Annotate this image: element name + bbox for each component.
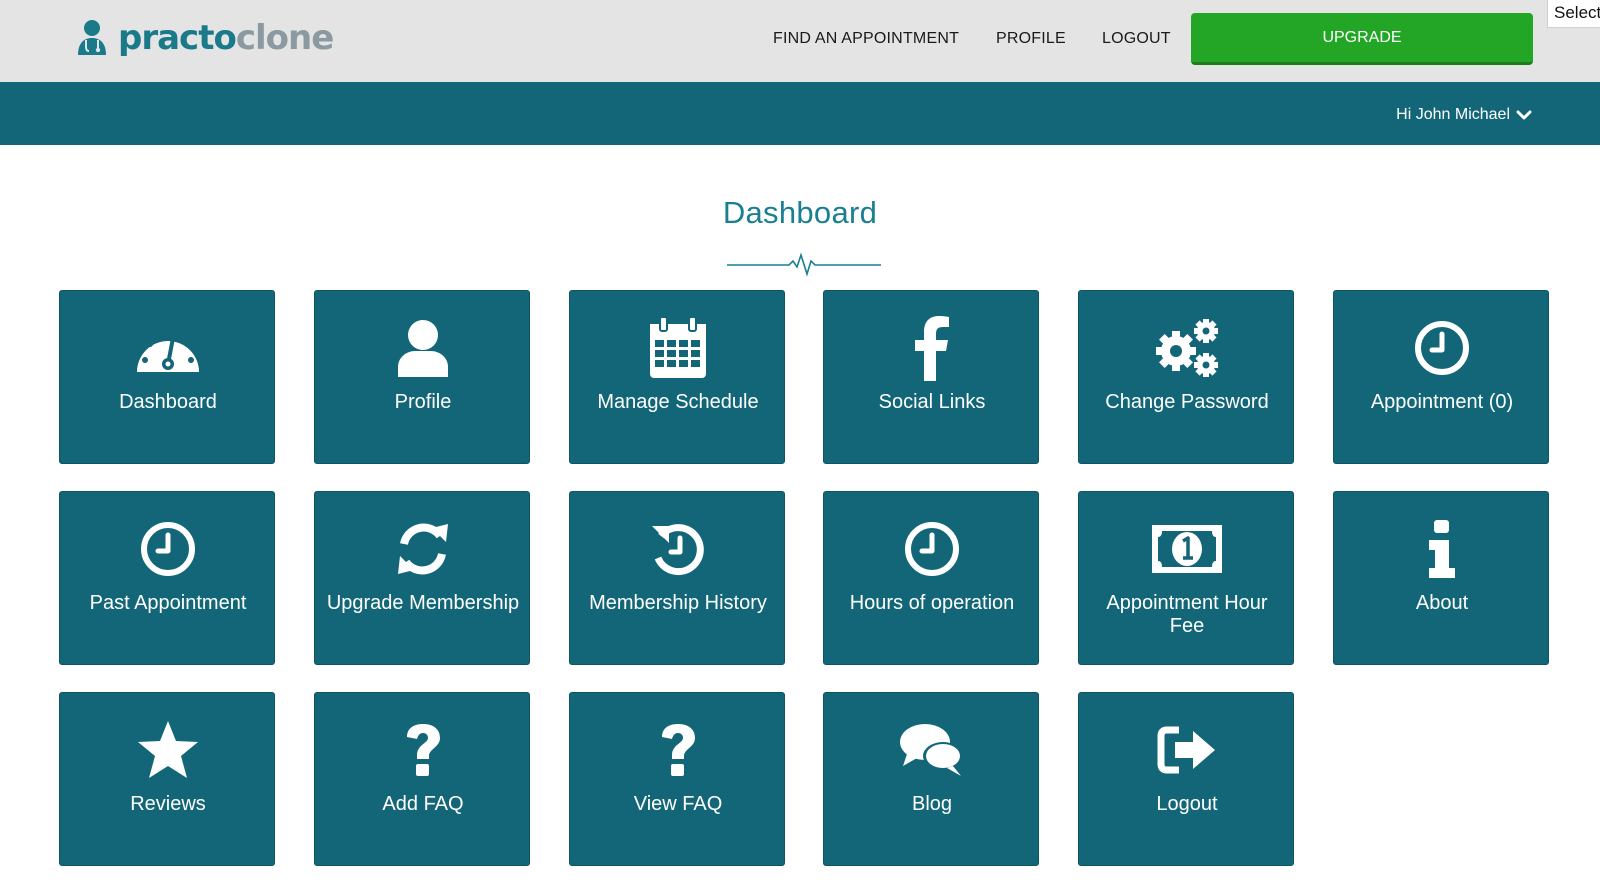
tile-label: Add FAQ xyxy=(382,793,464,815)
tile-dashboard[interactable]: Dashboard xyxy=(59,290,275,464)
clock-icon xyxy=(905,522,959,576)
nav-logout[interactable]: LOGOUT xyxy=(1102,30,1171,48)
doctor-logo-icon xyxy=(78,20,106,55)
heartbeat-divider xyxy=(727,252,881,277)
user-menu[interactable]: Hi John Michael xyxy=(1396,106,1532,124)
tile-hours-of-operation[interactable]: Hours of operation xyxy=(823,491,1039,665)
question-icon xyxy=(407,724,440,776)
tile-upgrade-membership[interactable]: Upgrade Membership xyxy=(314,491,530,665)
comments-icon xyxy=(900,724,963,776)
calendar-icon xyxy=(650,316,706,378)
money-icon xyxy=(1152,525,1222,573)
logo[interactable]: practoclone xyxy=(76,16,334,60)
tile-label: Profile xyxy=(394,391,452,413)
tile-label: Upgrade Membership xyxy=(326,592,520,614)
star-icon xyxy=(138,721,198,778)
info-icon xyxy=(1429,520,1455,578)
tile-past-appointment[interactable]: Past Appointment xyxy=(59,491,275,665)
tile-logout[interactable]: Logout xyxy=(1078,692,1294,866)
tile-label: View FAQ xyxy=(633,793,723,815)
tile-appointment[interactable]: Appointment (0) xyxy=(1333,290,1549,464)
clock-icon xyxy=(141,522,195,576)
tile-view-faq[interactable]: View FAQ xyxy=(569,692,785,866)
tile-label: Membership History xyxy=(589,592,767,614)
language-select[interactable]: Select xyxy=(1547,0,1600,28)
refresh-icon xyxy=(398,523,448,575)
tile-social-links[interactable]: Social Links xyxy=(823,290,1039,464)
history-icon xyxy=(652,524,704,576)
tile-label: Blog xyxy=(911,793,953,815)
page-title: Dashboard xyxy=(722,195,878,230)
tile-label: Logout xyxy=(1156,793,1218,815)
tile-appointment-hour-fee[interactable]: Appointment Hour Fee xyxy=(1078,491,1294,665)
logo-text-primary: practo xyxy=(118,18,237,58)
tile-label: Manage Schedule xyxy=(597,391,759,413)
facebook-icon xyxy=(915,316,949,381)
tile-label: About xyxy=(1415,592,1469,614)
tile-label: Appointment Hour Fee xyxy=(1106,592,1268,637)
nav-find-appointment[interactable]: FIND AN APPOINTMENT xyxy=(773,30,959,48)
tile-add-faq[interactable]: Add FAQ xyxy=(314,692,530,866)
nav-profile[interactable]: PROFILE xyxy=(996,30,1066,48)
tile-label: Dashboard xyxy=(119,391,217,413)
logo-text-secondary: clone xyxy=(235,18,334,58)
tile-blog[interactable]: Blog xyxy=(823,692,1039,866)
tile-change-password[interactable]: Change Password xyxy=(1078,290,1294,464)
tile-label: Change Password xyxy=(1105,391,1269,413)
tile-label: Reviews xyxy=(130,793,206,815)
dashboard-icon xyxy=(137,331,199,372)
tile-reviews[interactable]: Reviews xyxy=(59,692,275,866)
clock-icon xyxy=(1415,321,1469,375)
tile-manage-schedule[interactable]: Manage Schedule xyxy=(569,290,785,464)
tile-label: Hours of operation xyxy=(849,592,1015,614)
tile-label: Appointment (0) xyxy=(1370,391,1514,413)
tile-label: Social Links xyxy=(878,391,986,413)
tile-label: Past Appointment xyxy=(89,592,247,614)
tile-profile[interactable]: Profile xyxy=(314,290,530,464)
upgrade-button[interactable]: UPGRADE xyxy=(1191,13,1533,65)
sign-out-icon xyxy=(1157,726,1215,774)
user-bar: Hi John Michael xyxy=(0,82,1600,145)
question-icon xyxy=(662,724,695,776)
user-greeting: Hi John Michael xyxy=(1396,106,1510,123)
gears-icon xyxy=(1156,319,1218,377)
tile-membership-history[interactable]: Membership History xyxy=(569,491,785,665)
user-icon xyxy=(398,320,448,377)
tile-about[interactable]: About xyxy=(1333,491,1549,665)
top-navbar: practoclone FIND AN APPOINTMENT PROFILE … xyxy=(0,0,1600,82)
chevron-down-icon xyxy=(1516,110,1532,120)
